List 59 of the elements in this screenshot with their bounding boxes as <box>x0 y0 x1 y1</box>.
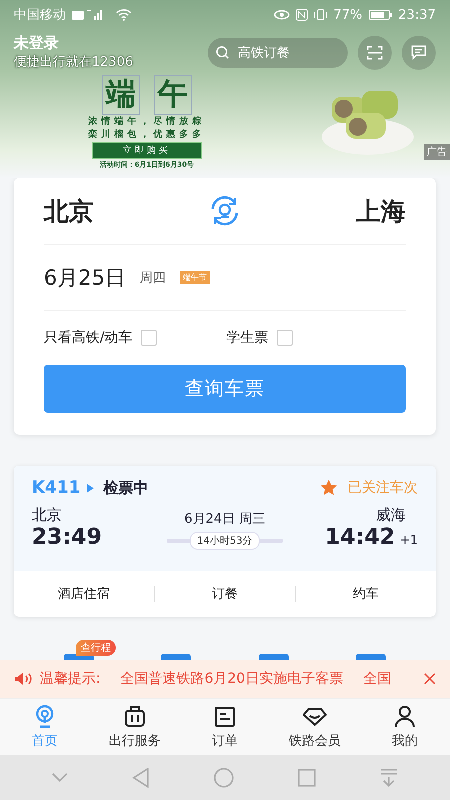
service-link[interactable]: 订餐 <box>155 584 295 604</box>
message-button[interactable] <box>402 36 436 70</box>
trip-date: 6月24日 周三 <box>184 511 266 528</box>
battery-percent: 77% <box>334 8 363 22</box>
home-button[interactable] <box>214 768 234 788</box>
tab-item[interactable]: 我的 <box>360 699 450 755</box>
clock-time: 23:37 <box>398 8 436 22</box>
star-icon <box>320 479 338 497</box>
weekday-text: 周四 <box>140 270 166 286</box>
option-label: 只看高铁/动车 <box>44 329 133 347</box>
service-link[interactable]: 约车 <box>296 584 436 604</box>
hide-nav-button[interactable] <box>52 772 68 782</box>
search-icon <box>216 46 230 60</box>
play-icon <box>86 484 94 492</box>
notification-pull-button[interactable] <box>380 768 398 786</box>
banner-slogan: 浓情端午，尽情放粽 <box>88 116 206 128</box>
back-button[interactable] <box>132 768 150 788</box>
nfc-icon <box>296 9 308 21</box>
eye-icon <box>274 9 290 21</box>
login-status: 未登录 <box>14 34 60 53</box>
close-icon[interactable] <box>424 673 436 685</box>
boarding-status: 检票中 <box>104 478 149 498</box>
luggage-icon <box>123 704 147 728</box>
notice-label: 温馨提示: <box>40 670 101 688</box>
arrival-time: 14:42 <box>325 525 396 550</box>
order-list-icon <box>213 704 237 728</box>
option-checkbox[interactable] <box>276 330 293 346</box>
tab-item[interactable]: 出行服务 <box>90 699 180 755</box>
swap-stations-icon[interactable] <box>209 195 241 227</box>
check-trip-badge: 查行程 <box>76 640 116 656</box>
scan-icon <box>367 46 383 60</box>
vibrate-icon <box>314 9 328 21</box>
option-checkbox[interactable] <box>140 330 157 346</box>
day-offset: +1 <box>400 533 418 547</box>
slogan-text: 便捷出行就在12306 <box>14 54 134 71</box>
service-link[interactable]: 酒店住宿 <box>14 584 154 604</box>
scan-button[interactable] <box>358 36 392 70</box>
banner-title-char: 午 <box>154 75 192 115</box>
message-icon <box>411 45 427 60</box>
tab-item[interactable]: 铁路会员 <box>270 699 360 755</box>
banner-title-char: 端 <box>102 75 140 115</box>
carrier-name: 中国移动 <box>14 7 66 24</box>
departure-city[interactable]: 北京 <box>44 194 94 228</box>
tab-item[interactable]: 订单 <box>180 699 270 755</box>
travel-date[interactable]: 6月25日 <box>44 264 126 292</box>
person-icon <box>393 704 417 728</box>
recents-button[interactable] <box>298 768 316 786</box>
arrival-station: 威海 <box>376 506 406 525</box>
ad-label: 广告 <box>424 144 450 160</box>
option-label: 学生票 <box>226 329 269 347</box>
wifi-icon <box>116 9 132 21</box>
speaker-icon <box>14 672 34 686</box>
battery-icon <box>368 9 393 21</box>
departure-time: 23:49 <box>32 525 104 550</box>
departure-station: 北京 <box>32 506 63 525</box>
banner-slogan: 栾川榴包，优惠多多 <box>88 129 206 141</box>
arrival-city[interactable]: 上海 <box>356 194 406 228</box>
buy-now-button[interactable]: 立即购买 <box>92 142 202 159</box>
holiday-tag: 端午节 <box>180 271 210 284</box>
